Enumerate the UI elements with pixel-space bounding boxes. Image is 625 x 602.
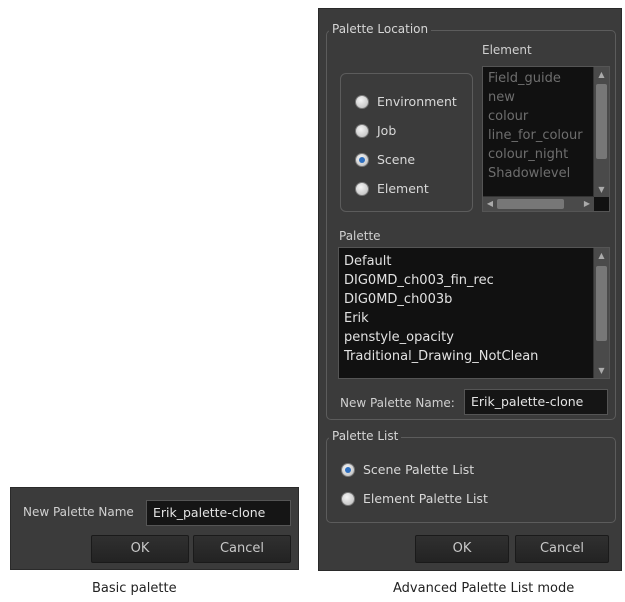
palette-list-radio-label: Element Palette List xyxy=(363,491,488,506)
new-palette-name-input[interactable]: Erik_palette-clone xyxy=(464,389,608,415)
element-list-item[interactable]: Shadowlevel xyxy=(483,164,609,183)
location-radio-1[interactable] xyxy=(355,124,369,138)
element-list[interactable]: Field_guide new colour line_for_colour colou… xyxy=(482,66,610,212)
scroll-up-arrow-icon[interactable]: ▲ xyxy=(594,248,609,263)
palette-list-item[interactable]: DIG0MD_ch003_fin_rec xyxy=(339,271,609,290)
location-radio-3[interactable] xyxy=(355,182,369,196)
palette-list-item[interactable]: Default xyxy=(339,252,609,271)
element-list-item[interactable]: Field_guide xyxy=(483,69,609,88)
element-list-item[interactable]: colour_night xyxy=(483,145,609,164)
location-radio-label: Scene xyxy=(377,152,416,167)
palette-list-radio-0[interactable] xyxy=(341,463,355,477)
cancel-button[interactable]: Cancel xyxy=(515,535,609,563)
element-list-vscroll[interactable]: ▲ ▼ xyxy=(593,67,609,197)
palette-location-title: Palette Location xyxy=(329,22,432,36)
new-palette-name-label: New Palette Name xyxy=(23,505,134,519)
new-palette-name-input[interactable]: Erik_palette-clone xyxy=(146,500,291,526)
palette-list-item[interactable]: Erik xyxy=(339,309,609,328)
palette-list[interactable]: Default DIG0MD_ch003_fin_rec DIG0MD_ch003b… xyxy=(338,247,610,379)
location-radio-label: Environment xyxy=(377,94,457,109)
scroll-left-arrow-icon[interactable]: ◀ xyxy=(483,197,497,211)
palette-list-radio-label: Scene Palette List xyxy=(363,462,475,477)
scroll-right-arrow-icon[interactable]: ▶ xyxy=(580,197,594,211)
element-list-item[interactable]: new xyxy=(483,88,609,107)
scroll-down-arrow-icon[interactable]: ▼ xyxy=(594,363,609,378)
palette-list-radio-1[interactable] xyxy=(341,492,355,506)
palette-title: Palette xyxy=(339,229,381,243)
palette-list-scroll-thumb[interactable] xyxy=(596,266,607,341)
location-radio-0[interactable] xyxy=(355,95,369,109)
palette-list-item[interactable]: DIG0MD_ch003b xyxy=(339,290,609,309)
location-radio-2[interactable] xyxy=(355,153,369,167)
element-title: Element xyxy=(482,43,532,57)
scroll-down-arrow-icon[interactable]: ▼ xyxy=(594,182,609,197)
palette-list-vscroll[interactable]: ▲ ▼ xyxy=(593,248,609,378)
scroll-up-arrow-icon[interactable]: ▲ xyxy=(594,67,609,82)
ok-button[interactable]: OK xyxy=(91,535,189,563)
element-list-scroll-thumb[interactable] xyxy=(596,84,607,159)
cancel-button[interactable]: Cancel xyxy=(193,535,291,563)
ok-button[interactable]: OK xyxy=(415,535,509,563)
palette-list-group xyxy=(326,437,616,523)
advanced-palette-dialog: Palette Location Element Field_guide new c… xyxy=(318,8,622,571)
palette-list-title: Palette List xyxy=(329,429,402,443)
palette-list-item[interactable]: Traditional_Drawing_NotClean xyxy=(339,347,609,366)
location-radio-label: Element xyxy=(377,181,429,196)
element-list-hscroll[interactable]: ◀ ▶ xyxy=(483,196,594,211)
advanced-caption: Advanced Palette List mode xyxy=(393,581,575,596)
location-radio-label: Job xyxy=(377,123,397,138)
basic-caption: Basic palette xyxy=(92,581,177,596)
element-list-hscroll-thumb[interactable] xyxy=(497,199,564,209)
element-list-item[interactable]: colour xyxy=(483,107,609,126)
palette-list-item[interactable]: penstyle_opacity xyxy=(339,328,609,347)
basic-palette-dialog: New Palette Name Erik_palette-clone OK C… xyxy=(10,487,299,570)
element-list-item[interactable]: line_for_colour xyxy=(483,126,609,145)
new-palette-name-label: New Palette Name: xyxy=(340,396,455,410)
